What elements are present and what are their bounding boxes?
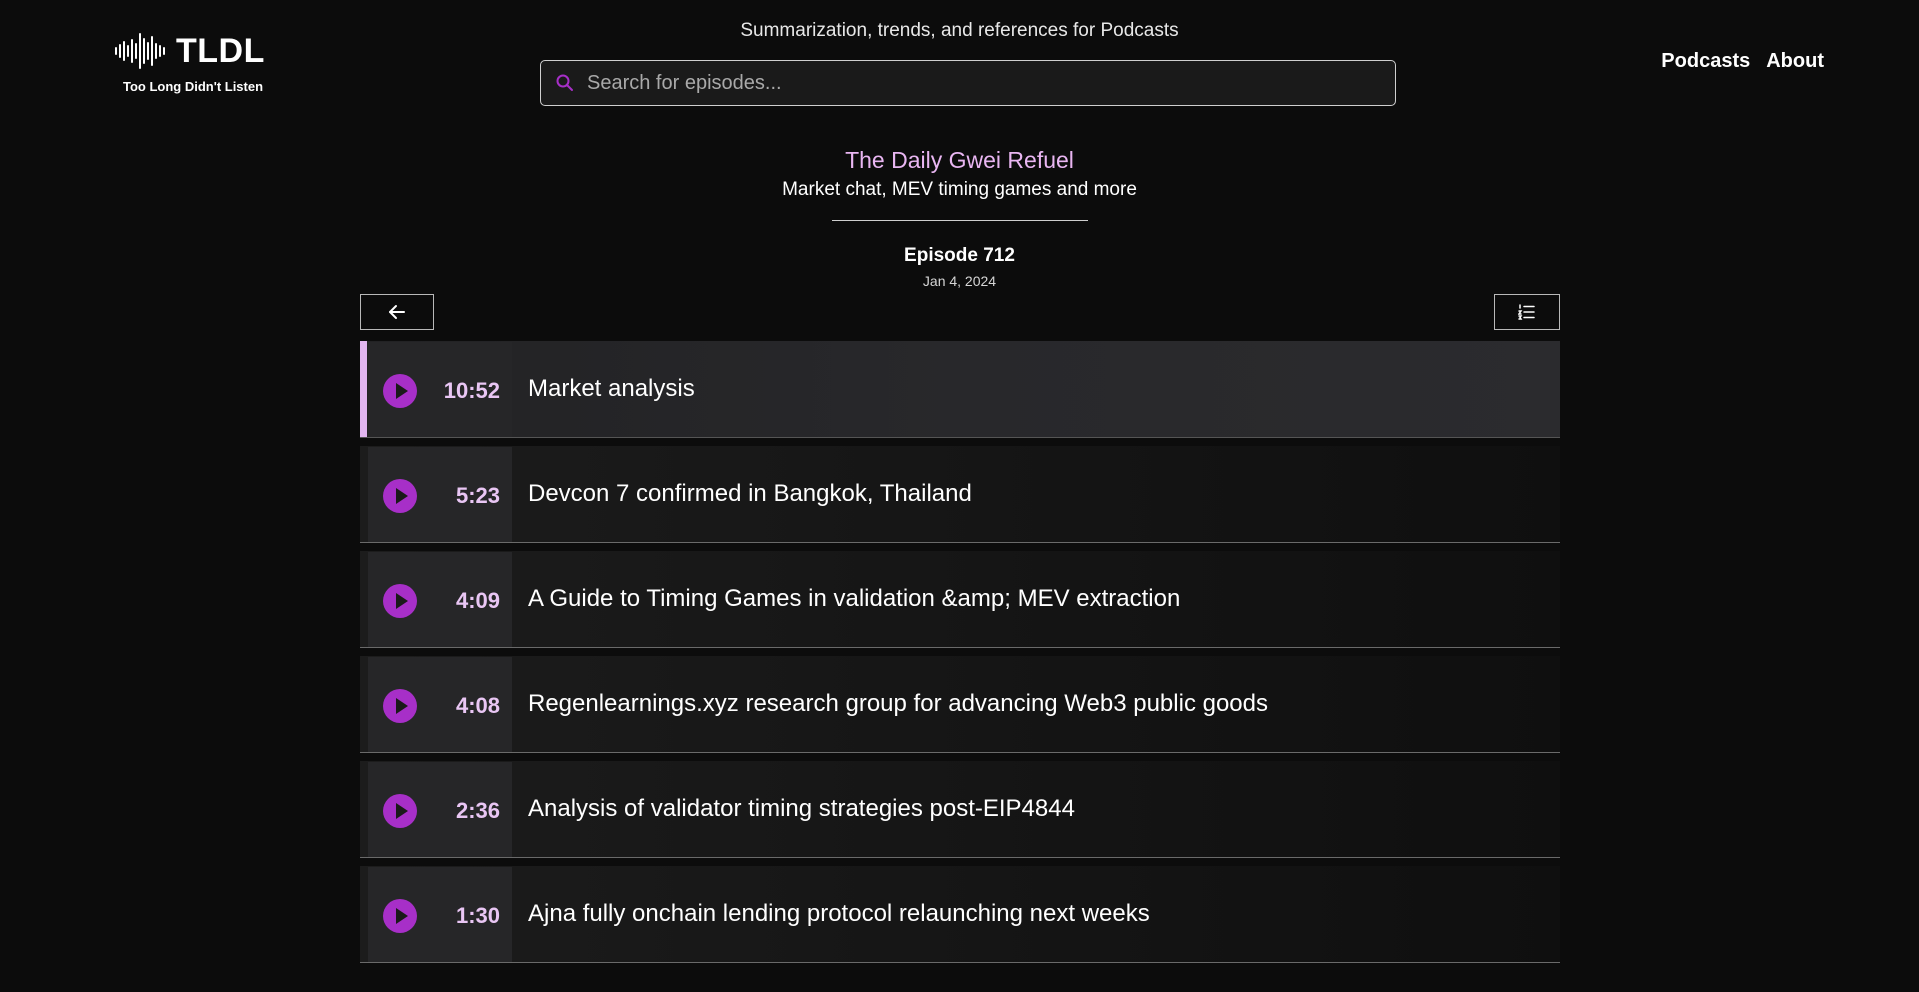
chapter-controls: 5:23 (368, 446, 512, 542)
play-icon[interactable] (382, 793, 418, 829)
nav-about-link[interactable]: About (1766, 50, 1824, 73)
search-input[interactable] (587, 71, 1395, 95)
arrow-left-icon (389, 305, 405, 319)
chapter-title: Ajna fully onchain lending protocol rela… (528, 900, 1150, 927)
play-icon[interactable] (382, 583, 418, 619)
episode-summary: Market chat, MEV timing games and more (782, 179, 1137, 200)
numbered-list-icon (1518, 304, 1535, 320)
search-icon (556, 74, 573, 91)
search-bar[interactable] (540, 60, 1396, 106)
chapter-title: A Guide to Timing Games in validation &a… (528, 585, 1181, 612)
divider (832, 220, 1088, 221)
page: TLDL Too Long Didn't Listen Summarizatio… (0, 0, 1919, 992)
chapter-time: 4:08 (455, 692, 500, 718)
chapter-controls: 1:30 (368, 866, 512, 962)
active-indicator (360, 446, 367, 542)
chapter-title: Devcon 7 confirmed in Bangkok, Thailand (528, 480, 972, 507)
chapter-item[interactable]: 4:08 Regenlearnings.xyz research group f… (360, 656, 1560, 753)
top-nav: Podcasts About (1661, 50, 1824, 73)
chapter-title: Analysis of validator timing strategies … (528, 795, 1075, 822)
chapter-item[interactable]: 5:23 Devcon 7 confirmed in Bangkok, Thai… (360, 446, 1560, 543)
play-icon[interactable] (382, 898, 418, 934)
nav-podcasts-link[interactable]: Podcasts (1661, 50, 1750, 73)
chapter-item[interactable]: 2:36 Analysis of validator timing strate… (360, 761, 1560, 858)
chapter-time: 2:36 (455, 797, 500, 823)
episode-date: Jan 4, 2024 (922, 273, 997, 289)
chapter-controls: 10:52 (368, 341, 512, 437)
chapter-controls: 4:08 (368, 656, 512, 752)
active-indicator (360, 866, 367, 962)
chapter-controls: 2:36 (368, 761, 512, 857)
active-indicator (360, 551, 367, 647)
chapter-time: 4:09 (455, 587, 500, 613)
episode-number: Episode 712 (904, 245, 1015, 266)
active-indicator (360, 761, 367, 857)
brand-tagline: Too Long Didn't Listen (123, 79, 264, 94)
back-button[interactable] (360, 294, 434, 330)
chapter-title: Market analysis (528, 375, 695, 402)
chapter-controls: 4:09 (368, 551, 512, 647)
chapter-item[interactable]: 4:09 A Guide to Timing Games in validati… (360, 551, 1560, 648)
chapter-time: 1:30 (455, 902, 500, 928)
show-title[interactable]: The Daily Gwei Refuel (0, 147, 1919, 174)
play-icon[interactable] (382, 478, 418, 514)
chapter-item[interactable]: 10:52 Market analysis (360, 341, 1560, 438)
chapter-time: 5:23 (455, 482, 500, 508)
chapter-list-button[interactable] (1494, 294, 1560, 330)
site-subtitle: Summarization, trends, and references fo… (740, 20, 1179, 41)
chapter-time: 10:52 (443, 377, 500, 403)
active-indicator (360, 656, 367, 752)
active-indicator (360, 341, 367, 437)
play-icon[interactable] (382, 688, 418, 724)
play-icon[interactable] (382, 373, 418, 409)
chapter-list: 10:52 Market analysis 5:23 Devcon 7 conf… (360, 341, 1560, 971)
chapter-item[interactable]: 1:30 Ajna fully onchain lending protocol… (360, 866, 1560, 963)
chapter-title: Regenlearnings.xyz research group for ad… (528, 690, 1269, 717)
